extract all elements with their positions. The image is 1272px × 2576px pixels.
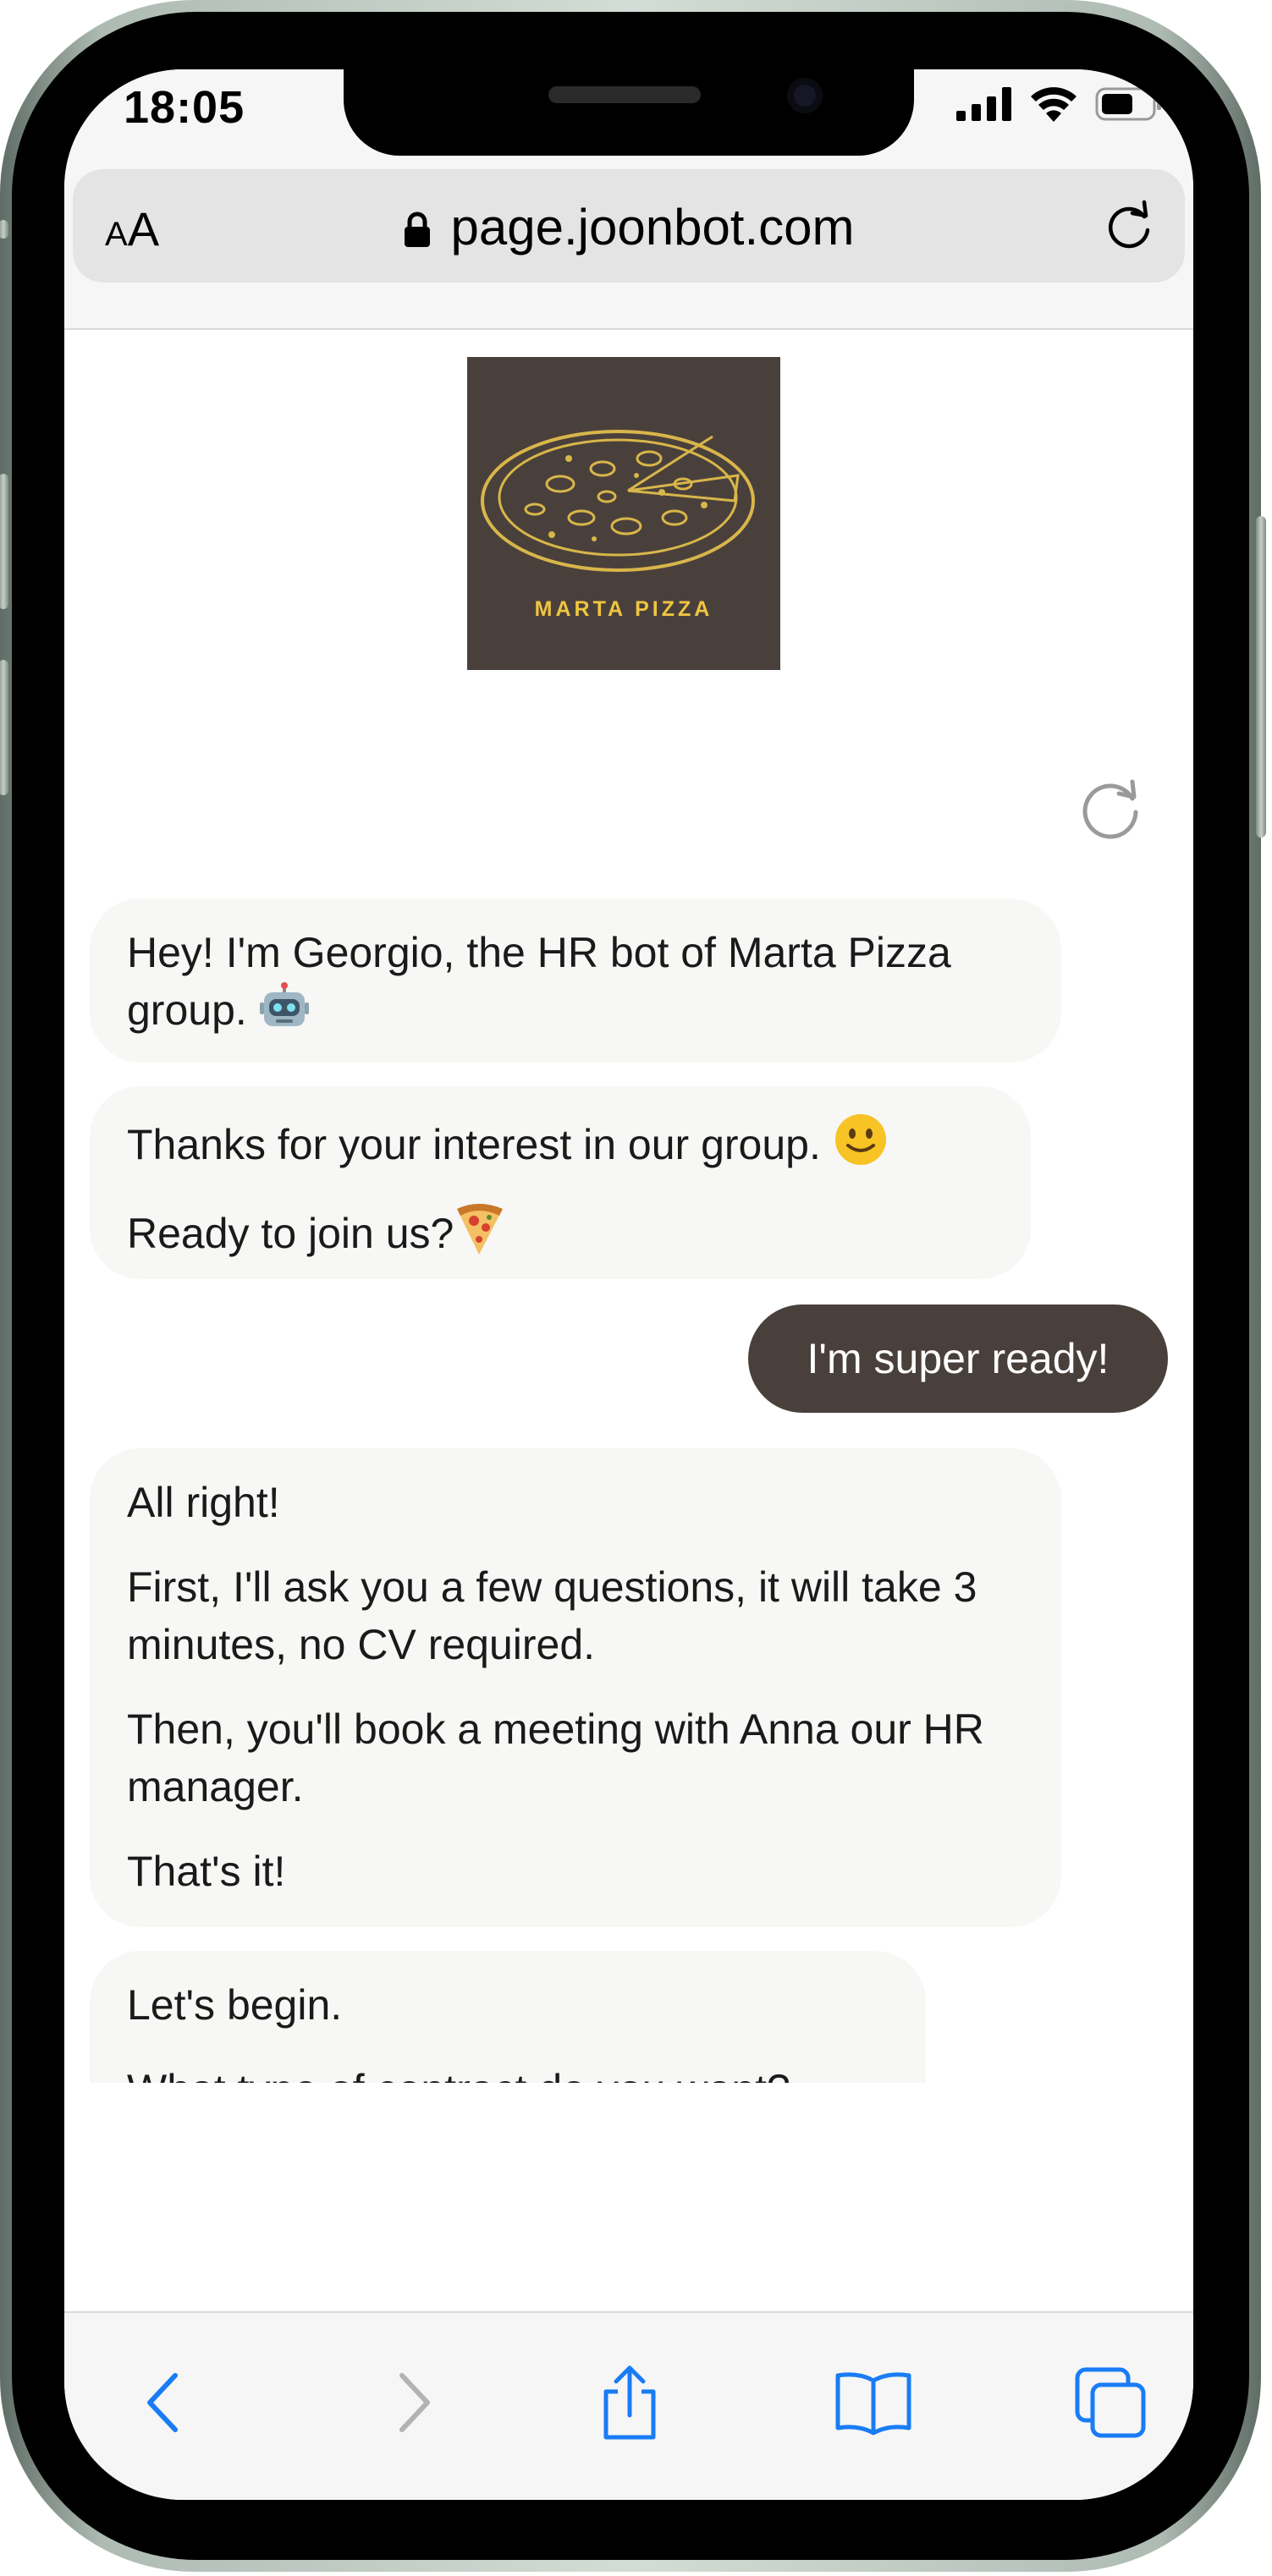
- url-text: page.joonbot.com: [450, 199, 855, 255]
- message-text: That's it!: [127, 1848, 286, 1895]
- address-bar[interactable]: AA page.joonbot.com: [73, 169, 1185, 283]
- wifi-icon: [1031, 87, 1077, 122]
- user-message: I'm super ready!: [748, 1304, 1168, 1413]
- status-bar: 18:05: [64, 69, 1193, 161]
- message-text: Thanks for your interest in our group.: [127, 1112, 994, 1173]
- forward-icon: [399, 2373, 430, 2432]
- volume-up-button: [0, 474, 8, 609]
- status-icons: [956, 86, 1163, 122]
- battery-icon: [1095, 87, 1161, 121]
- tabs-button[interactable]: [1068, 2360, 1153, 2445]
- cellular-signal-icon: [956, 87, 1011, 121]
- tabs-icon: [1075, 2367, 1146, 2438]
- power-button: [1256, 516, 1266, 838]
- share-icon: [603, 2365, 656, 2440]
- message-text: First, I'll ask you a few questions, it …: [127, 1563, 977, 1668]
- message-text: Then, you'll book a meeting with Anna ou…: [127, 1705, 984, 1810]
- back-button[interactable]: [120, 2360, 205, 2445]
- restart-chat-icon[interactable]: [1077, 773, 1144, 841]
- message-text: Hey! I'm Georgio, the HR bot of Marta Pi…: [127, 929, 951, 1034]
- url-display[interactable]: page.joonbot.com: [73, 198, 1185, 256]
- message-text: Ready to join us?: [127, 1200, 994, 1262]
- notch: [344, 69, 914, 156]
- logo-text: MARTA PIZZA: [534, 597, 713, 621]
- browser-toolbar: [64, 2311, 1193, 2500]
- brand-logo: MARTA PIZZA: [467, 357, 780, 670]
- share-button[interactable]: [587, 2360, 672, 2445]
- chat-scroll-edge: [64, 2083, 1193, 2150]
- robot-emoji-icon: [259, 982, 309, 1026]
- earpiece-speaker: [548, 86, 701, 103]
- forward-button[interactable]: [372, 2360, 457, 2445]
- browser-address-area: AA page.joonbot.com: [64, 161, 1193, 330]
- front-camera: [787, 78, 823, 113]
- reload-icon[interactable]: [1104, 200, 1156, 252]
- bot-message: Hey! I'm Georgio, the HR bot of Marta Pi…: [90, 898, 1061, 1063]
- pizza-illustration-icon: [481, 430, 755, 572]
- volume-down-button: [0, 660, 8, 795]
- pizza-emoji-icon: [457, 1204, 504, 1255]
- message-text: Let's begin.: [127, 1981, 343, 2029]
- message-text: All right!: [127, 1479, 280, 1526]
- back-icon: [147, 2373, 178, 2432]
- bot-message: All right! First, I'll ask you a few que…: [90, 1448, 1061, 1927]
- mute-switch: [0, 220, 8, 239]
- bookmarks-button[interactable]: [831, 2360, 916, 2445]
- status-time: 18:05: [124, 82, 245, 133]
- bot-message: Thanks for your interest in our group. R…: [90, 1086, 1031, 1279]
- slightly-smiling-face-emoji-icon: [834, 1114, 886, 1165]
- lock-icon: [405, 211, 431, 247]
- bookmarks-icon: [835, 2372, 911, 2436]
- phone-screen: 18:05 A A page.joonbot.com MARTA PIZZA H…: [64, 69, 1193, 2500]
